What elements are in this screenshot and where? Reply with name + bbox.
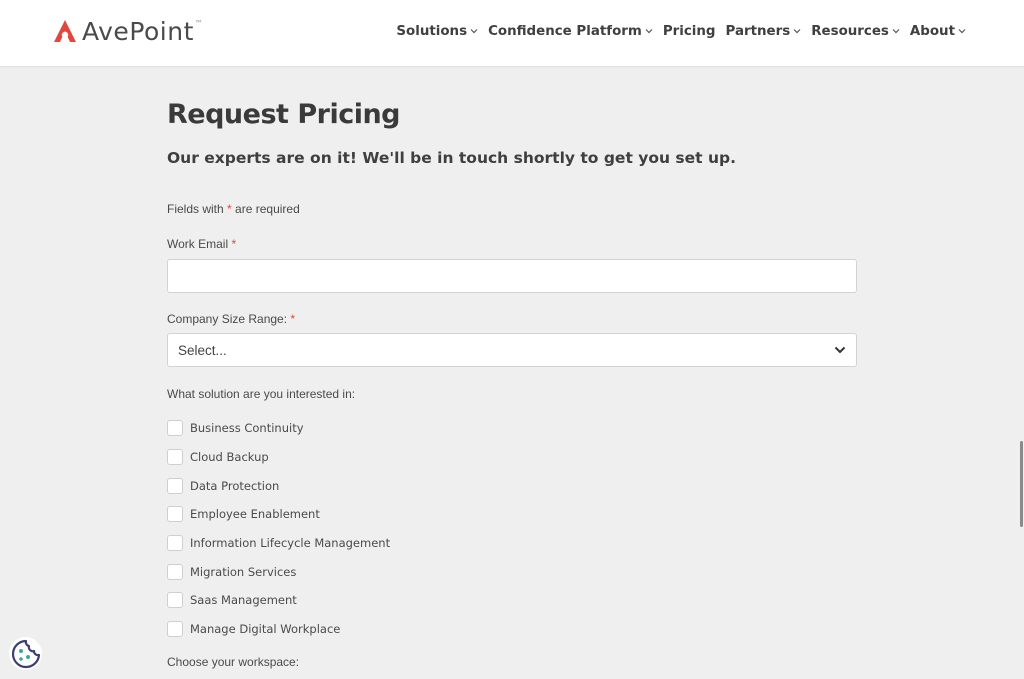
chevron-down-icon xyxy=(958,29,966,34)
work-email-input[interactable] xyxy=(167,259,857,293)
solution-label[interactable]: Data Protection xyxy=(190,479,279,493)
solution-option: Manage Digital Workplace xyxy=(167,615,390,644)
nav-item-about[interactable]: About xyxy=(910,24,966,39)
required-star: * xyxy=(290,312,296,326)
page-scrollbar-thumb[interactable] xyxy=(1020,441,1023,527)
required-star: * xyxy=(227,202,232,216)
solution-label[interactable]: Saas Management xyxy=(190,593,297,607)
page-subtitle: Our experts are on it! We'll be in touch… xyxy=(167,149,736,167)
solution-checkbox[interactable] xyxy=(167,449,183,466)
nav-item-resources[interactable]: Resources xyxy=(811,24,900,39)
required-star: * xyxy=(231,237,237,251)
work-email-label: Work Email * xyxy=(167,237,237,251)
solution-label[interactable]: Business Continuity xyxy=(190,421,304,435)
brand-name: AvePoint xyxy=(82,16,194,46)
solution-checkbox[interactable] xyxy=(167,506,183,523)
avepoint-logo-icon xyxy=(54,20,76,42)
solution-label[interactable]: Cloud Backup xyxy=(190,450,269,464)
cookie-settings-button[interactable] xyxy=(9,637,42,670)
solution-option: Data Protection xyxy=(167,471,390,500)
solution-label[interactable]: Manage Digital Workplace xyxy=(190,622,340,636)
solution-checkbox[interactable] xyxy=(167,563,183,580)
solution-label[interactable]: Information Lifecycle Management xyxy=(190,536,390,550)
company-size-select[interactable]: Select... xyxy=(167,333,857,367)
solution-option: Cloud Backup xyxy=(167,443,390,472)
solution-checkbox[interactable] xyxy=(167,477,183,494)
nav-item-solutions[interactable]: Solutions xyxy=(396,24,478,39)
chevron-down-icon xyxy=(834,346,846,354)
nav-item-pricing[interactable]: Pricing xyxy=(663,24,716,39)
solution-label[interactable]: Employee Enablement xyxy=(190,507,320,521)
solution-checkbox[interactable] xyxy=(167,592,183,609)
page-title: Request Pricing xyxy=(167,99,401,130)
solution-option: Saas Management xyxy=(167,586,390,615)
solution-option: Migration Services xyxy=(167,557,390,586)
chevron-down-icon xyxy=(645,29,653,34)
trademark-mark: ™ xyxy=(194,19,203,28)
company-size-label: Company Size Range: * xyxy=(167,312,296,326)
cookie-icon xyxy=(11,639,40,668)
chevron-down-icon xyxy=(470,29,478,34)
nav-item-partners[interactable]: Partners xyxy=(726,24,802,39)
required-fields-note: Fields with * are required xyxy=(167,202,300,216)
avepoint-logo[interactable]: AvePoint ™ xyxy=(52,16,203,46)
site-header: AvePoint ™ Solutions Confidence Platform P… xyxy=(0,0,1024,66)
solution-option: Business Continuity xyxy=(167,414,390,443)
solutions-label: What solution are you interested in: xyxy=(167,387,356,401)
solution-checkbox[interactable] xyxy=(167,621,183,638)
solution-label[interactable]: Migration Services xyxy=(190,565,296,579)
solution-checkbox[interactable] xyxy=(167,420,183,437)
solutions-checkbox-list: Business Continuity Cloud Backup Data Prot… xyxy=(167,414,390,644)
chevron-down-icon xyxy=(793,29,801,34)
main-nav: Solutions Confidence Platform Pricing Partn… xyxy=(396,20,966,42)
chevron-down-icon xyxy=(892,29,900,34)
workspace-label: Choose your workspace: xyxy=(167,655,300,669)
solution-checkbox[interactable] xyxy=(167,535,183,552)
company-size-value: Select... xyxy=(178,342,227,358)
solution-option: Employee Enablement xyxy=(167,500,390,529)
solution-option: Information Lifecycle Management xyxy=(167,529,390,558)
nav-item-confidence-platform[interactable]: Confidence Platform xyxy=(488,24,653,39)
